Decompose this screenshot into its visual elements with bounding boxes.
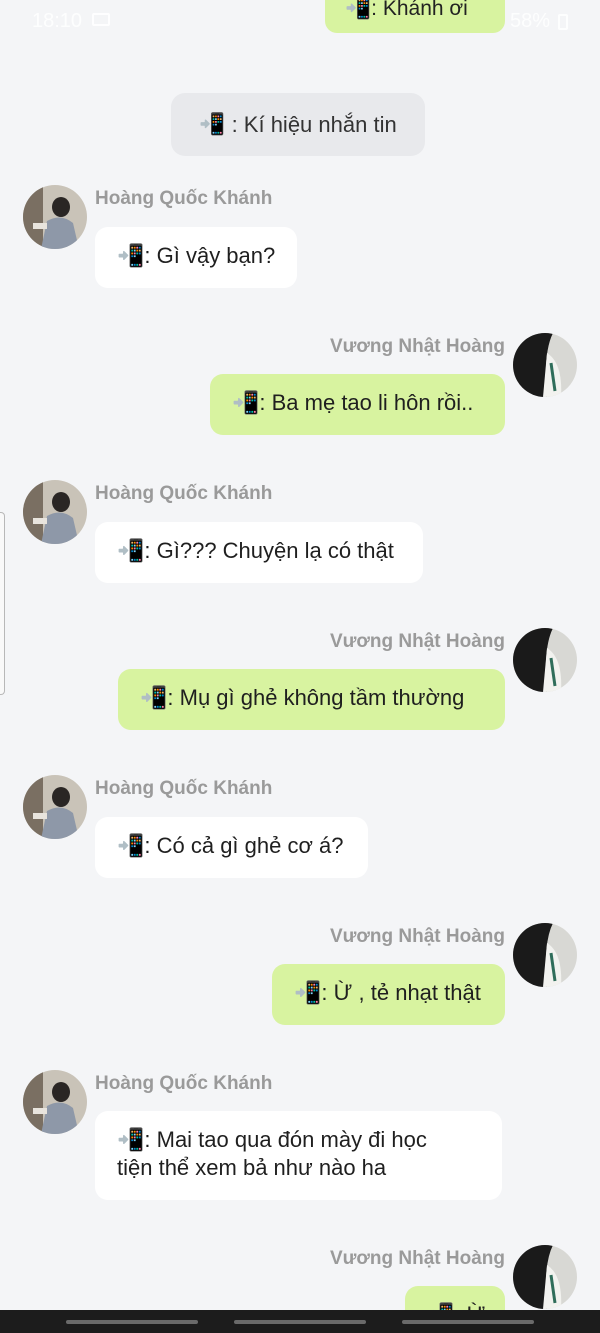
- message-text: 📲: Có cả gì ghẻ cơ á?: [117, 833, 344, 858]
- legend-note: 📲 : Kí hiệu nhắn tin: [171, 93, 425, 156]
- battery-percent: 58%: [509, 10, 550, 32]
- message-text: 📲: Ừ , tẻ nhạt thật: [294, 980, 481, 1005]
- status-bar: 18:10 58%: [0, 0, 600, 44]
- message-text: 📲: Mụ gì ghẻ không tầm thường: [140, 685, 465, 710]
- message-bubble-outgoing[interactable]: 📲: Ba mẹ tao li hôn rồi..: [210, 374, 505, 435]
- battery-icon: [558, 13, 568, 30]
- avatar-hoang[interactable]: [513, 628, 577, 692]
- status-time: 18:10: [32, 10, 83, 32]
- sender-name: Hoàng Quốc Khánh: [95, 1073, 273, 1094]
- sender-name: Vương Nhật Hoàng: [329, 631, 505, 652]
- avatar-khanh[interactable]: [23, 185, 87, 249]
- nav-back-button[interactable]: [402, 1320, 534, 1324]
- avatar-khanh[interactable]: [23, 1070, 87, 1134]
- phone-arrow-icon: 📲: [199, 112, 226, 136]
- avatar-khanh[interactable]: [23, 480, 87, 544]
- avatar-hoang[interactable]: [513, 923, 577, 987]
- edge-panel-handle[interactable]: [0, 512, 5, 695]
- message-text-line: 📲: Mai tao qua đón mày đi học: [117, 1127, 427, 1152]
- avatar-hoang[interactable]: [513, 333, 577, 397]
- message-text-line: tiện thể xem bả như nào ha: [117, 1155, 387, 1180]
- legend-text: : Kí hiệu nhắn tin: [231, 111, 397, 137]
- sender-name: Hoàng Quốc Khánh: [95, 778, 273, 799]
- sender-name: Vương Nhật Hoàng: [329, 926, 505, 947]
- message-bubble-partial-top[interactable]: 📲: Khánh ơi: [325, 0, 505, 33]
- message-bubble-incoming[interactable]: 📲: Gì vậy bạn?: [95, 227, 297, 288]
- video-record-icon: [92, 13, 110, 26]
- message-text: : Khánh ơi: [371, 0, 468, 20]
- message-text: 📲: Gì vậy bạn?: [117, 243, 276, 268]
- message-bubble-incoming[interactable]: 📲: Gì??? Chuyện lạ có thật: [95, 522, 423, 583]
- phone-arrow-icon: 📲: [345, 0, 372, 20]
- sender-name: Vương Nhật Hoàng: [329, 1248, 505, 1269]
- sender-name: Vương Nhật Hoàng: [329, 336, 505, 357]
- nav-home-button[interactable]: [234, 1320, 366, 1324]
- avatar-khanh[interactable]: [23, 775, 87, 839]
- message-bubble-outgoing[interactable]: 📲: Mụ gì ghẻ không tầm thường: [118, 669, 505, 730]
- message-text: 📲: Ba mẹ tao li hôn rồi..: [232, 390, 474, 415]
- message-bubble-incoming[interactable]: 📲: Mai tao qua đón mày đi học tiện thể x…: [95, 1111, 502, 1200]
- nav-recents-button[interactable]: [66, 1320, 198, 1324]
- system-nav-bar: [0, 1310, 600, 1333]
- sender-name: Hoàng Quốc Khánh: [95, 188, 273, 209]
- sender-name: Hoàng Quốc Khánh: [95, 483, 273, 504]
- message-text: 📲: Gì??? Chuyện lạ có thật: [117, 538, 394, 563]
- avatar-hoang[interactable]: [513, 1245, 577, 1309]
- message-bubble-outgoing[interactable]: 📲: Ừ , tẻ nhạt thật: [272, 964, 505, 1025]
- message-bubble-incoming[interactable]: 📲: Có cả gì ghẻ cơ á?: [95, 817, 368, 878]
